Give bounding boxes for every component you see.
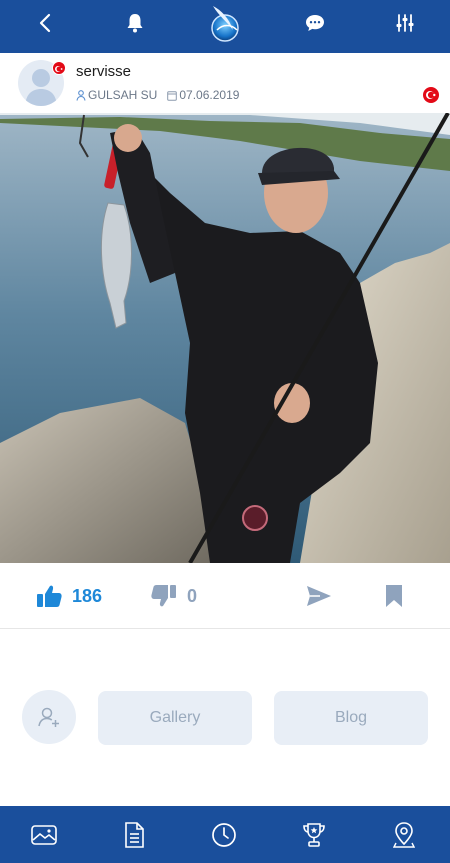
share-button[interactable] — [306, 563, 332, 629]
back-icon[interactable] — [23, 0, 67, 45]
follow-user-button[interactable] — [22, 690, 76, 744]
post-photo[interactable] — [0, 113, 450, 563]
bell-icon[interactable] — [113, 0, 157, 45]
nav-documents[interactable] — [109, 806, 159, 863]
author-meta: GULSAH SU — [76, 88, 157, 102]
thumbs-down-icon — [151, 585, 176, 607]
nav-history[interactable] — [199, 806, 249, 863]
image-card-icon — [31, 824, 57, 845]
profile-actions: Gallery Blog — [0, 690, 450, 746]
post-meta: GULSAH SU 07.06.2019 — [76, 88, 249, 102]
post-username[interactable]: servisse — [76, 63, 131, 80]
gallery-button[interactable]: Gallery — [98, 691, 252, 745]
dislike-button[interactable]: 0 — [151, 563, 197, 629]
nav-feed[interactable] — [19, 806, 69, 863]
trophy-icon — [303, 822, 325, 847]
avatar-flag-icon — [52, 61, 66, 75]
app-logo[interactable] — [205, 0, 245, 44]
calendar-icon — [167, 90, 178, 101]
post-date: 07.06.2019 — [179, 88, 240, 102]
thumbs-up-icon — [37, 585, 62, 607]
like-button[interactable]: 186 — [36, 563, 102, 629]
clock-icon — [212, 822, 236, 847]
top-bar — [0, 0, 450, 53]
author-name[interactable]: GULSAH SU — [88, 88, 157, 102]
nav-leaderboard[interactable] — [289, 806, 339, 863]
dislike-count: 0 — [187, 585, 198, 606]
post-actions: 186 0 — [0, 563, 450, 629]
chat-bubble-icon[interactable] — [293, 0, 337, 45]
bookmark-icon — [386, 585, 402, 607]
add-user-icon — [38, 707, 59, 727]
turkey-flag-icon — [423, 87, 439, 103]
like-count: 186 — [72, 585, 103, 606]
user-icon — [76, 89, 86, 101]
bookmark-button[interactable] — [385, 563, 403, 629]
nav-map[interactable] — [379, 806, 429, 863]
map-pin-icon — [393, 821, 415, 848]
date-meta: 07.06.2019 — [167, 88, 239, 102]
bottom-nav — [0, 806, 450, 863]
send-icon — [307, 586, 331, 606]
post-header: servisse GULSAH SU 07.06.2019 — [0, 53, 450, 113]
document-icon — [125, 821, 144, 848]
blog-button[interactable]: Blog — [274, 691, 428, 745]
sliders-icon[interactable] — [383, 0, 427, 45]
app-screen: servisse GULSAH SU 07.06.2019 186 0 Gall… — [0, 0, 450, 863]
